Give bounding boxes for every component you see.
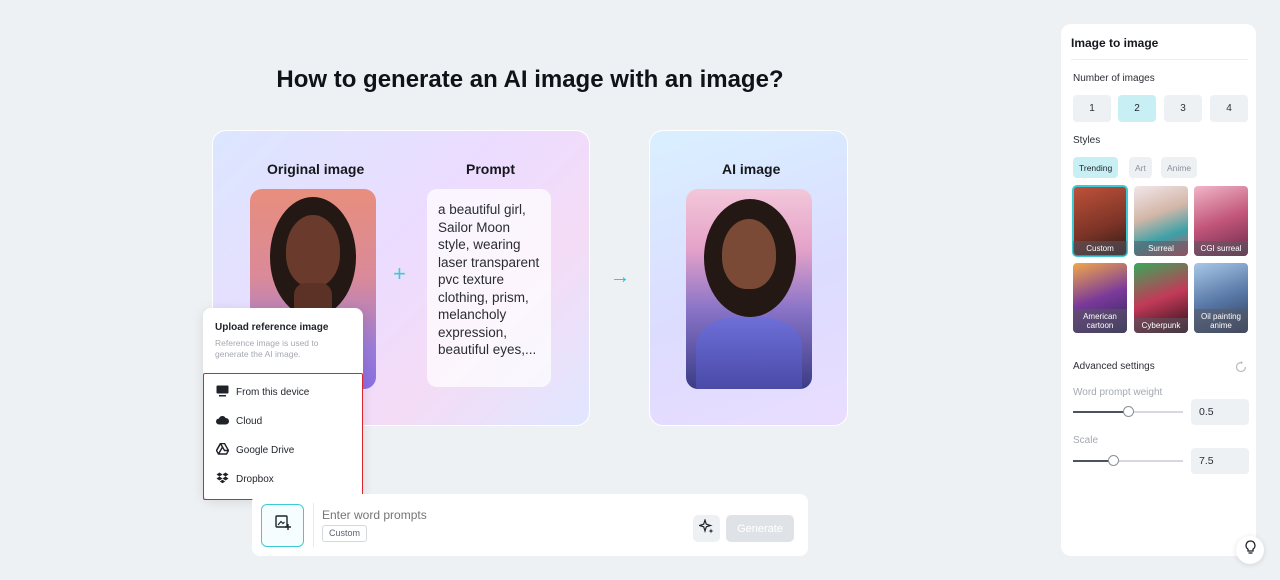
panel-divider [1071,59,1248,60]
ai-image [686,189,812,389]
style-thumb-label: CGI surreal [1194,241,1248,256]
style-thumb-label: American cartoon [1073,309,1127,333]
upload-reference-popup: Upload reference image Reference image i… [203,308,363,500]
cloud-icon [216,415,230,428]
help-button[interactable] [1236,536,1264,564]
number-option-4[interactable]: 4 [1210,95,1248,122]
style-thumb-cgi-surreal[interactable]: CGI surreal [1194,186,1248,256]
scale-label: Scale [1073,435,1099,446]
popup-title: Upload reference image [215,322,329,333]
style-thumb-label: Oil painting anime [1194,309,1248,333]
upload-from-device-label: From this device [236,386,310,398]
upload-from-google-drive-label: Google Drive [236,444,295,456]
google-drive-icon [215,442,230,458]
upload-from-cloud-label: Cloud [236,415,263,427]
dropbox-icon [216,472,229,487]
sparkle-icon [697,517,714,539]
upload-from-device[interactable]: From this device [216,384,309,400]
style-thumb-american-cartoon[interactable]: American cartoon [1073,263,1127,333]
page-title: How to generate an AI image with an imag… [276,66,784,93]
scale-value[interactable]: 7.5 [1191,448,1249,474]
plus-icon: + [393,261,406,286]
scale-slider[interactable] [1073,455,1183,466]
word-weight-slider-knob[interactable] [1123,406,1134,417]
generate-button[interactable]: Generate [726,515,794,542]
prompt-example-text: a beautiful girl, Sailor Moon style, wea… [427,189,551,387]
tab-anime[interactable]: Anime [1161,157,1198,178]
style-chip[interactable]: Custom [322,525,368,542]
prompt-label: Prompt [466,161,515,177]
advanced-settings-label: Advanced settings [1073,361,1155,372]
number-option-3[interactable]: 3 [1164,95,1202,122]
tab-art[interactable]: Art [1129,157,1152,178]
demo-output-card: AI image [649,130,848,426]
upload-from-dropbox-label: Dropbox [236,473,274,485]
upload-from-cloud[interactable]: Cloud [216,413,262,429]
ai-image-label: AI image [722,161,781,177]
magic-prompt-button[interactable] [693,515,720,542]
reset-icon[interactable] [1235,360,1247,378]
style-thumb-label: Surreal [1134,241,1188,256]
tab-trending[interactable]: Trending [1073,157,1119,178]
input-divider [313,503,314,547]
style-thumb-label: Cyberpunk [1134,318,1188,333]
settings-panel: Image to image Number of images 1 2 3 4 … [1061,24,1256,556]
styles-label: Styles [1073,135,1101,146]
style-thumb-custom[interactable]: Custom [1072,185,1128,257]
word-weight-slider[interactable] [1073,406,1183,417]
number-option-1[interactable]: 1 [1073,95,1111,122]
number-of-images-label: Number of images [1073,73,1155,84]
word-weight-value[interactable]: 0.5 [1191,399,1249,425]
popup-subtitle: Reference image is used to generate the … [215,338,319,359]
style-thumb-label: Custom [1073,241,1127,256]
monitor-icon [216,385,229,400]
word-prompt-input[interactable] [322,508,622,522]
upload-source-list: From this device Cloud Google Drive Drop… [203,373,363,500]
arrow-right-icon: → [610,266,630,288]
upload-from-dropbox[interactable]: Dropbox [216,471,274,487]
word-prompt-weight-label: Word prompt weight [1073,387,1163,398]
upload-image-button[interactable] [261,504,304,547]
scale-slider-knob[interactable] [1108,455,1119,466]
panel-title: Image to image [1071,36,1159,50]
style-thumb-cyberpunk[interactable]: Cyberpunk [1134,263,1188,333]
image-add-icon [274,515,291,536]
style-thumb-surreal[interactable]: Surreal [1134,186,1188,256]
lightbulb-icon [1244,540,1257,560]
original-image-label: Original image [267,161,365,177]
upload-from-google-drive[interactable]: Google Drive [215,442,295,458]
number-option-2[interactable]: 2 [1118,95,1156,122]
style-thumb-oil-painting-anime[interactable]: Oil painting anime [1194,263,1248,333]
prompt-input-bar: Custom Generate [252,494,808,556]
